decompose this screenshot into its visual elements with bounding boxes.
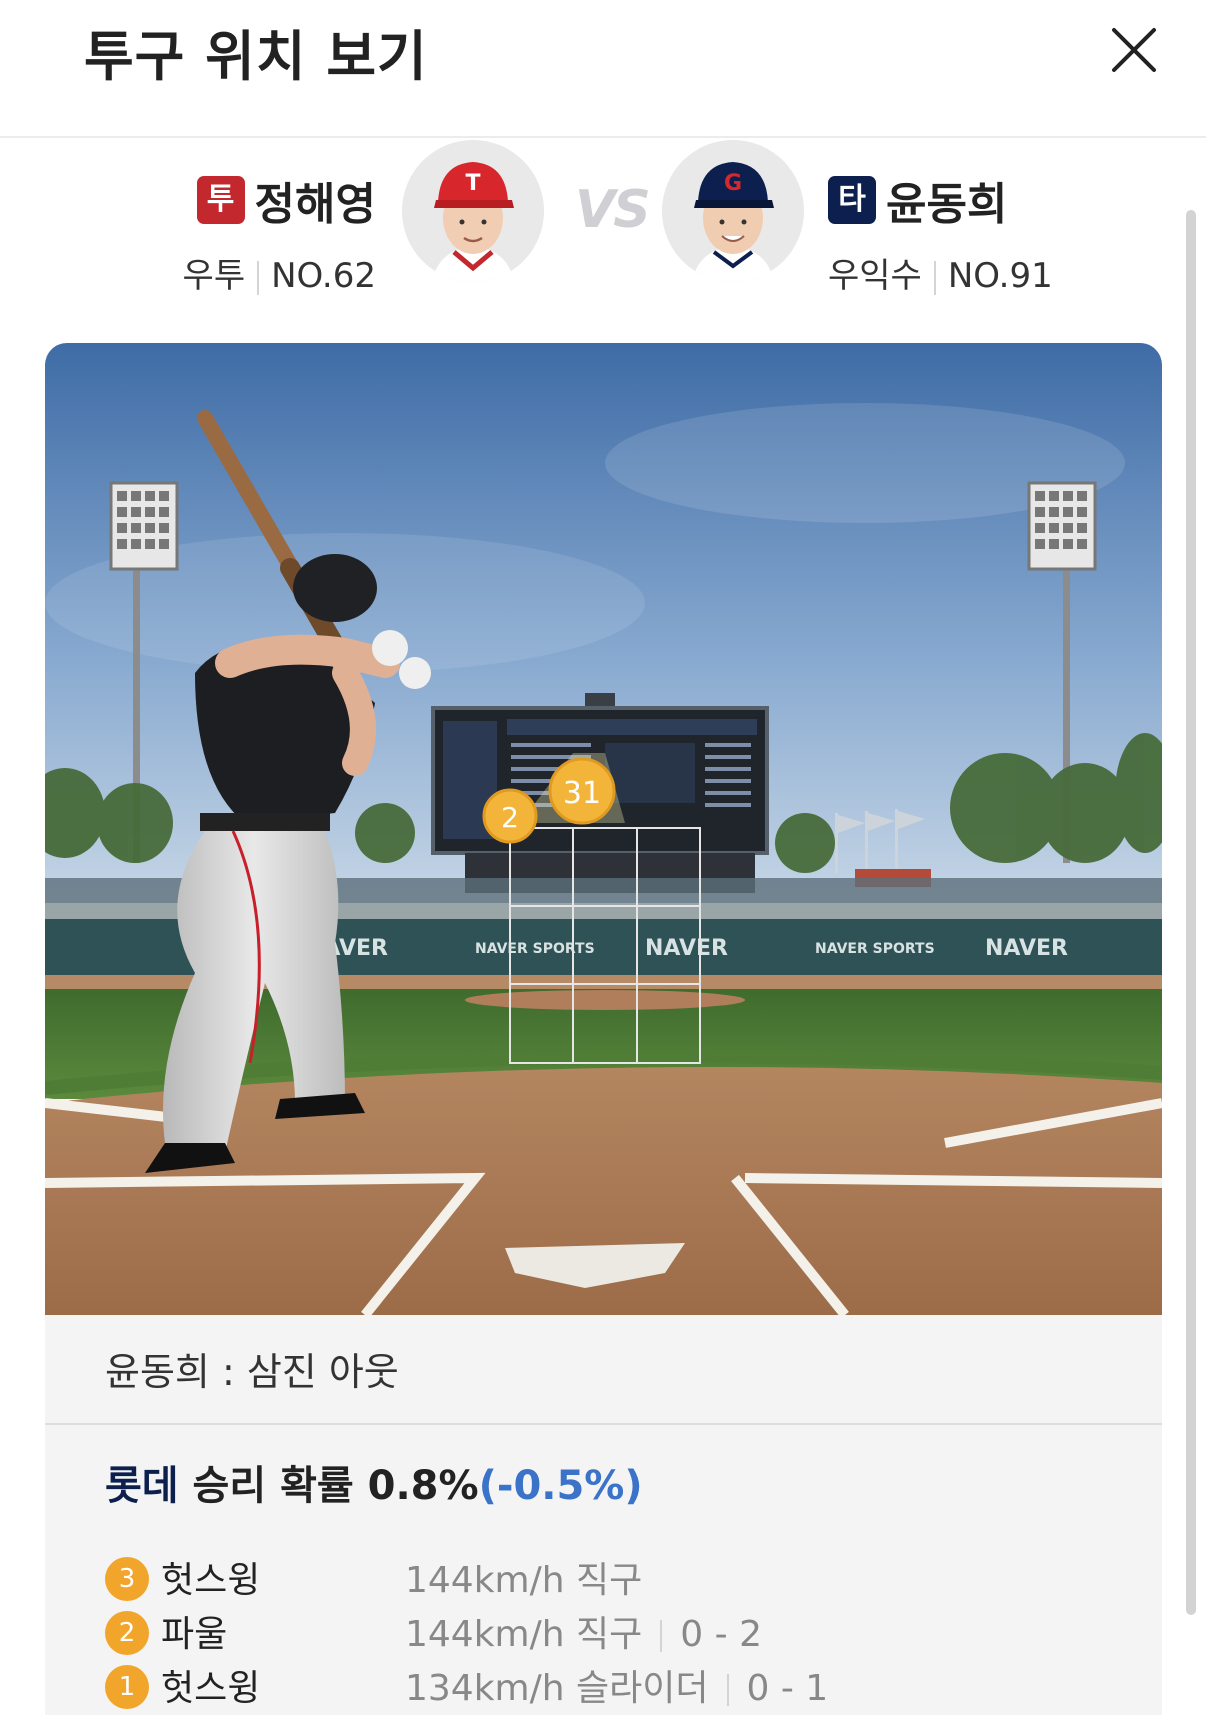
pitch-type: 직구 bbox=[576, 1560, 643, 1601]
divider bbox=[933, 260, 936, 295]
pitch-count: 0 - 2 bbox=[680, 1614, 762, 1655]
scrollbar[interactable] bbox=[1186, 210, 1196, 1615]
pitcher-hand: 우투 bbox=[182, 256, 246, 296]
batter-name: 윤동희 bbox=[886, 179, 1008, 230]
close-icon bbox=[1112, 28, 1156, 72]
batter-avatar: G bbox=[662, 140, 804, 282]
page-title: 투구 위치 보기 bbox=[84, 25, 428, 88]
wall-sign: NAVER bbox=[985, 936, 1068, 961]
pitch-result: 파울 bbox=[161, 1614, 228, 1655]
pitch-detail: 134km/h 슬라이더 0 - 1 bbox=[405, 1665, 828, 1713]
svg-text:2: 2 bbox=[501, 801, 519, 834]
close-button[interactable] bbox=[1110, 26, 1158, 74]
batter-number: NO.91 bbox=[947, 256, 1053, 296]
svg-text:31: 31 bbox=[563, 776, 601, 811]
pitch-row: 3 헛스윙 144km/h 직구 bbox=[105, 1557, 642, 1607]
pitch-speed: 144km/h bbox=[405, 1614, 565, 1655]
svg-text:T: T bbox=[465, 171, 480, 196]
win-prob-team: 롯데 bbox=[105, 1463, 179, 1509]
pitch-number-badge: 3 bbox=[105, 1557, 149, 1601]
vs-label: VS bbox=[575, 180, 651, 240]
wall-sign: NAVER bbox=[645, 936, 728, 961]
pitch-row: 1 헛스윙 134km/h 슬라이더 0 - 1 bbox=[105, 1665, 828, 1715]
pitch-location-modal: 투구 위치 보기 투 정해영 우투 NO.62 T VS G 타 윤동희 우익수… bbox=[0, 0, 1206, 1715]
pitcher-name: 정해영 bbox=[254, 179, 376, 230]
pitch-speed: 134km/h bbox=[405, 1668, 565, 1709]
pitch-marker-2[interactable]: 2 bbox=[482, 788, 538, 844]
pitch-detail: 144km/h 직구 0 - 2 bbox=[405, 1611, 762, 1659]
batter-badge: 타 bbox=[828, 176, 876, 224]
pitch-marker-31[interactable]: 31 bbox=[548, 757, 616, 825]
divider bbox=[45, 1423, 1162, 1425]
divider bbox=[660, 1620, 663, 1652]
pitch-count: 0 - 1 bbox=[746, 1668, 829, 1709]
pitch-number-badge: 2 bbox=[105, 1611, 149, 1655]
pitch-speed: 144km/h bbox=[405, 1560, 565, 1601]
pitch-result: 헛스윙 bbox=[161, 1560, 261, 1601]
win-prob-change: (-0.5%) bbox=[478, 1463, 643, 1509]
field-illustration: NAVER NAVER SPORTS NAVER NAVER SPORTS NA… bbox=[45, 343, 1162, 1315]
result-panel: 윤동희 : 삼진 아웃 롯데 승리 확률 0.8%(-0.5%) 3 헛스윙 1… bbox=[45, 1315, 1162, 1715]
pitch-result: 헛스윙 bbox=[161, 1668, 261, 1709]
win-probability: 롯데 승리 확률 0.8%(-0.5%) bbox=[105, 1453, 643, 1511]
divider bbox=[257, 260, 260, 295]
modal-header: 투구 위치 보기 bbox=[0, 0, 1206, 138]
pitcher-badge: 투 bbox=[196, 176, 245, 224]
win-prob-value: 0.8% bbox=[367, 1463, 479, 1509]
pitch-type: 직구 bbox=[576, 1614, 643, 1655]
win-prob-label: 승리 확률 bbox=[192, 1463, 354, 1509]
pitcher-info: 투 정해영 우투 NO.62 bbox=[176, 168, 376, 297]
pitch-number-badge: 1 bbox=[105, 1665, 149, 1709]
stadium-scene: NAVER NAVER SPORTS NAVER NAVER SPORTS NA… bbox=[45, 343, 1162, 1315]
pitch-row: 2 파울 144km/h 직구 0 - 2 bbox=[105, 1611, 762, 1661]
wall-sign: NAVER SPORTS bbox=[815, 941, 935, 957]
pitch-detail: 144km/h 직구 bbox=[405, 1557, 642, 1605]
pitcher-number: NO.62 bbox=[271, 256, 376, 296]
wall-sign: NAVER SPORTS bbox=[475, 941, 595, 957]
batter-info: 타 윤동희 우익수 NO.91 bbox=[828, 168, 1088, 297]
divider bbox=[726, 1674, 729, 1706]
svg-text:G: G bbox=[724, 171, 742, 196]
at-bat-result: 윤동희 : 삼진 아웃 bbox=[105, 1350, 399, 1394]
pitcher-avatar: T bbox=[402, 140, 544, 282]
batter-position: 우익수 bbox=[828, 256, 922, 296]
pitch-type: 슬라이더 bbox=[576, 1668, 709, 1709]
